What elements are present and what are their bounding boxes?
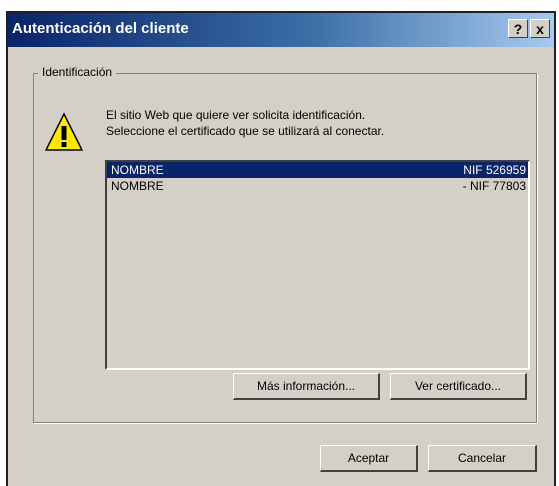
cancel-button[interactable]: Cancelar: [428, 445, 537, 472]
message-line-2: Seleccione el certificado que se utiliza…: [106, 124, 385, 138]
groupbox-label: Identificación: [38, 65, 117, 79]
message-line-1: El sitio Web que quiere ver solicita ide…: [106, 108, 366, 122]
certificate-nif: - NIF 77803: [462, 179, 526, 193]
title-bar[interactable]: Autenticación del cliente ? x: [8, 13, 554, 47]
more-info-button[interactable]: Más información...: [233, 373, 380, 400]
accept-button[interactable]: Aceptar: [320, 445, 418, 472]
certificate-name: NOMBRE: [111, 179, 164, 193]
certificate-name: NOMBRE: [111, 163, 164, 177]
help-button[interactable]: ?: [508, 19, 528, 38]
certificate-row[interactable]: NOMBRE - NIF 77803: [107, 178, 528, 194]
certificate-nif: NIF 526959: [463, 163, 526, 177]
window-title: Autenticación del cliente: [12, 20, 189, 37]
certificate-row[interactable]: NOMBRE NIF 526959: [107, 162, 528, 178]
close-button[interactable]: x: [530, 19, 550, 38]
client-authentication-dialog: Autenticación del cliente ? x Identifica…: [6, 11, 556, 486]
certificate-list[interactable]: NOMBRE NIF 526959 NOMBRE - NIF 77803: [105, 160, 530, 370]
view-certificate-button[interactable]: Ver certificado...: [390, 373, 527, 400]
warning-icon: [45, 112, 83, 151]
